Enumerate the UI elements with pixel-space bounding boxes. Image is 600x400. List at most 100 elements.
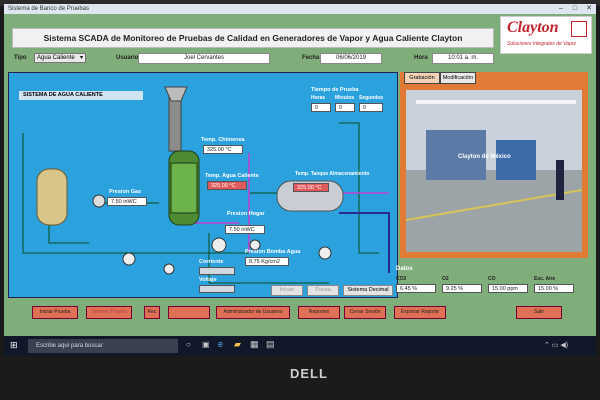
logo-mark-icon [571, 21, 587, 37]
temp-agua-value: 325.00 °C [207, 181, 247, 190]
cerrar-sesion-button[interactable]: Cerrar Sesión [344, 306, 386, 319]
windows-start-icon[interactable]: ⊞ [10, 340, 18, 351]
temp-chimenea-value: 325.00 °C [203, 145, 243, 154]
temp-chimenea-label: Temp. Chimenea [201, 137, 245, 143]
admin-usuarios-button[interactable]: Administrador de Usuarios [216, 306, 290, 319]
info-bar: Tipo Agua Caliente ▾ Usuario Joel Cervan… [4, 50, 596, 66]
datos-o2-value: 9.25 % [442, 284, 482, 293]
hora-field: 10:01 a. m. [432, 53, 494, 64]
datos-panel: Datos CO2 O2 CO Exc. Aire 6.45 % 9.25 % … [396, 266, 592, 298]
usuario-label: Usuario [116, 55, 139, 61]
minimize-icon[interactable]: – [554, 4, 568, 14]
valve-icon [122, 252, 136, 266]
boiler-coil [170, 162, 198, 214]
gas-tank [36, 168, 68, 226]
page-title: Sistema SCADA de Monitoreo de Pruebas de… [12, 28, 494, 48]
tab-modificacion[interactable]: Modificación [440, 72, 476, 84]
presion-hogar-value: 7.50 inWC [225, 225, 265, 234]
camera-overlay: Clayton de México [458, 154, 511, 160]
window-title: Sistema de Banco de Pruebas [8, 6, 90, 12]
corriente-value [199, 267, 235, 275]
tipo-label: Tipo [14, 55, 27, 61]
blank-button[interactable] [168, 306, 210, 319]
rec-button[interactable]: Rec [144, 306, 160, 319]
datos-o2-label: O2 [442, 276, 449, 282]
tab-grabacion[interactable]: Grabación [404, 72, 440, 84]
camera-image [406, 90, 582, 252]
camera-floor [406, 170, 582, 252]
datos-co2-value: 6.45 % [396, 284, 436, 293]
temp-tanque-label: Temp. Tanque Almacenamiento [295, 171, 370, 177]
hora-label: Hora [414, 55, 428, 61]
pipe [339, 122, 379, 254]
voltaje-value [199, 285, 235, 293]
chimney-cap [164, 86, 188, 102]
camera-machinery [496, 140, 536, 180]
datos-exc-aire-label: Exc. Aire [534, 276, 556, 282]
maximize-icon[interactable]: □ [568, 4, 582, 14]
iniciar-prueba-button[interactable]: Iniciar Prueba [32, 306, 78, 319]
pipe [48, 223, 89, 244]
dell-logo: DELL [290, 366, 328, 381]
tipo-value: Agua Caliente [37, 55, 75, 61]
cortana-icon[interactable]: ○ [186, 340, 191, 349]
chimney [168, 92, 182, 152]
sistema-decimal-button[interactable]: Sistema Decimal [343, 285, 393, 296]
detener-prueba-button[interactable]: Detener Prueba [86, 306, 132, 319]
taskbar: ⊞ Escribe aquí para buscar ○ ▣ e ▰ ▦ ▤ ⌃… [4, 336, 596, 356]
tiempo-horas-label: Horas [311, 95, 326, 101]
presion-bomba-value: 8.75 Kg/cm2 [245, 257, 289, 266]
start-button[interactable]: Iniciar [271, 285, 303, 296]
search-placeholder: Escribe aquí para buscar [36, 343, 103, 349]
tiempo-minutos: 0 [335, 103, 355, 112]
tiempo-horas: 0 [311, 103, 331, 112]
tiempo-segundos: 0 [359, 103, 383, 112]
camera-feed: Clayton de México [406, 90, 582, 252]
datos-title: Datos [396, 266, 413, 272]
window-titlebar: Sistema de Banco de Pruebas – □ ✕ [4, 4, 596, 14]
valve-icon [163, 263, 175, 275]
store-icon[interactable]: ▦ [250, 339, 259, 350]
tiempo-label: Tiempo de Prueba [311, 87, 359, 93]
pump-icon [318, 246, 332, 260]
pause-button[interactable]: Pausa [307, 285, 339, 296]
presion-gas-label: Presion Gas [109, 189, 142, 195]
temp-agua-label: Temp. Agua Caliente [205, 173, 259, 179]
file-explorer-icon[interactable]: ▰ [234, 339, 241, 350]
task-view-icon[interactable]: ▣ [202, 340, 210, 349]
logo-text: Clayton [507, 19, 559, 36]
camera-lights [416, 100, 576, 104]
presion-gas-value: 7.50 inWC [107, 197, 147, 206]
reportes-button[interactable]: Reportes [298, 306, 340, 319]
fecha-field: 06/06/2019 [320, 53, 382, 64]
fecha-label: Fecha [302, 55, 320, 61]
voltaje-label: Voltaje [199, 277, 217, 283]
presion-bomba-label: Presion Bomba Agua [245, 249, 301, 255]
tiempo-segundos-label: Segundos [359, 95, 384, 101]
logo-tagline: Soluciones Integrales de Vapor [507, 41, 577, 47]
clayton-logo: Clayton Soluciones Integrales de Vapor [500, 16, 592, 54]
tipo-select[interactable]: Agua Caliente ▾ [34, 53, 86, 63]
exportar-reporte-button[interactable]: Exportar Reporte [394, 306, 446, 319]
edge-icon[interactable]: e [218, 339, 223, 349]
salir-button[interactable]: Salir [516, 306, 562, 319]
usuario-field: Joel Cervantes [138, 53, 270, 64]
presion-hogar-label: Presion Hogar [227, 211, 265, 217]
burner-icon [92, 194, 106, 208]
datos-co2-label: CO2 [396, 276, 407, 282]
screen: Sistema de Banco de Pruebas – □ ✕ Sistem… [4, 4, 596, 356]
taskbar-search[interactable]: Escribe aquí para buscar [28, 339, 178, 353]
laptop-bezel: DELL [0, 356, 600, 400]
corriente-label: Corriente [199, 259, 224, 265]
process-diagram-panel: SISTEMA DE AGUA CALIENTE Tiempo de Prueb… [8, 72, 398, 298]
pump-icon [211, 237, 227, 253]
camera-person [556, 160, 564, 200]
datos-co-label: CO [488, 276, 496, 282]
camera-panel: Grabación Modificación Clayton de México [400, 72, 588, 258]
datos-exc-aire-value: 15.00 % [534, 284, 574, 293]
system-tray-icons[interactable]: ⌃ ▭ ◀) [544, 341, 568, 349]
app-icon[interactable]: ▤ [266, 339, 275, 350]
close-icon[interactable]: ✕ [582, 4, 596, 14]
datos-co-value: 15.00 ppm [488, 284, 528, 293]
pipe [339, 212, 390, 273]
